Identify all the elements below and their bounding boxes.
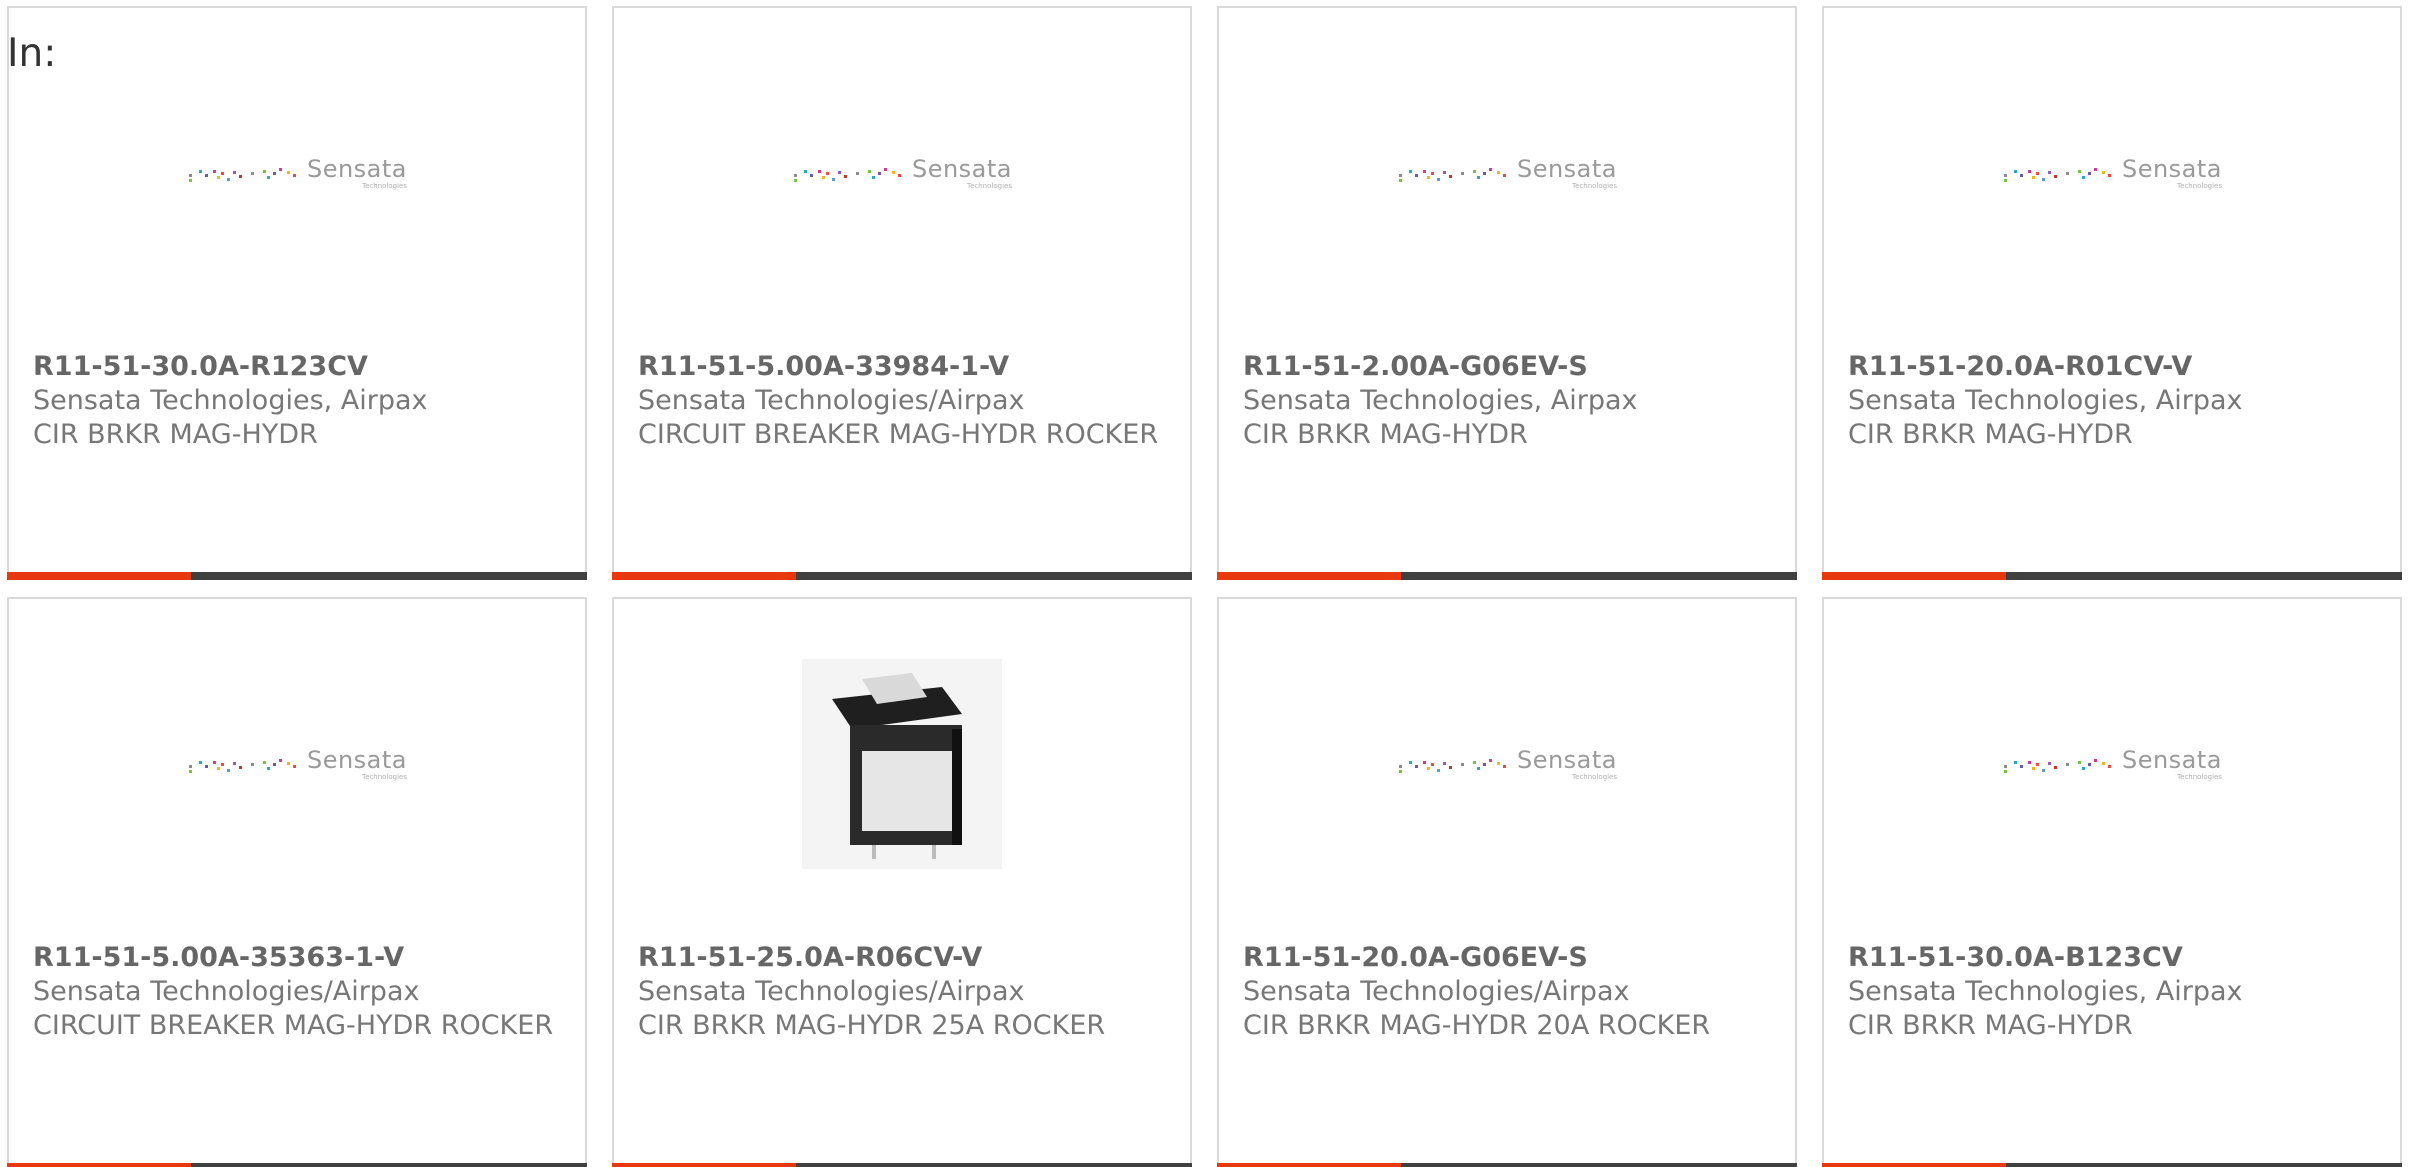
logo-subtitle: Technologies [967, 181, 1013, 190]
product-manufacturer: Sensata Technologies/Airpax [1243, 976, 1630, 1007]
card-bottom-bar [1822, 1163, 2402, 1167]
logo-subtitle: Technologies [2177, 772, 2223, 781]
logo-wordmark: Sensata [1516, 154, 1618, 183]
product-info: R11-51-2.00A-G06EV-S Sensata Technologies… [1243, 350, 1775, 452]
sensata-logo: Sensata Technologies [187, 157, 407, 190]
product-card[interactable]: Sensata Technologies R11-51-5.00A-35363-1-… [7, 597, 587, 1167]
product-manufacturer: Sensata Technologies, Airpax [1848, 976, 2243, 1007]
product-manufacturer: Sensata Technologies/Airpax [638, 976, 1025, 1007]
product-description: CIRCUIT BREAKER MAG-HYDR ROCKER [33, 1010, 554, 1041]
product-part-number[interactable]: R11-51-30.0A-B123CV [1848, 941, 2380, 975]
product-manufacturer: Sensata Technologies, Airpax [1848, 385, 2243, 416]
card-bottom-bar [1217, 572, 1797, 580]
product-part-number[interactable]: R11-51-20.0A-R01CV-V [1848, 350, 2380, 384]
product-info: R11-51-20.0A-G06EV-S Sensata Technologies… [1243, 941, 1775, 1043]
product-info: R11-51-5.00A-35363-1-V Sensata Technologi… [33, 941, 565, 1043]
product-info: R11-51-25.0A-R06CV-V Sensata Technologies… [638, 941, 1170, 1043]
product-info: R11-51-20.0A-R01CV-V Sensata Technologies… [1848, 350, 2380, 452]
product-image[interactable]: Sensata Technologies [1219, 639, 1795, 889]
logo-wordmark: Sensata [911, 154, 1013, 183]
sensata-logo: Sensata Technologies [2002, 157, 2222, 190]
product-image[interactable] [614, 639, 1190, 889]
card-accent-stripe [1217, 572, 1401, 580]
product-part-number[interactable]: R11-51-20.0A-G06EV-S [1243, 941, 1775, 975]
card-accent-stripe [1217, 1163, 1401, 1167]
card-accent-stripe [7, 1163, 191, 1167]
card-accent-stripe [7, 572, 191, 580]
product-description: CIR BRKR MAG-HYDR [1848, 419, 2133, 450]
sensata-logo: Sensata Technologies [2002, 748, 2222, 781]
product-image[interactable]: Sensata Technologies [9, 48, 585, 298]
logo-wordmark: Sensata [2121, 154, 2223, 183]
product-part-number[interactable]: R11-51-5.00A-35363-1-V [33, 941, 565, 975]
product-image[interactable]: Sensata Technologies [614, 48, 1190, 298]
card-bottom-bar [7, 1163, 587, 1167]
card-accent-stripe [1822, 572, 2006, 580]
product-description: CIR BRKR MAG-HYDR [33, 419, 318, 450]
logo-wordmark: Sensata [306, 154, 408, 183]
logo-subtitle: Technologies [362, 181, 408, 190]
product-part-number[interactable]: R11-51-30.0A-R123CV [33, 350, 565, 384]
logo-subtitle: Technologies [2177, 181, 2223, 190]
product-info: R11-51-5.00A-33984-1-V Sensata Technologi… [638, 350, 1170, 452]
card-accent-stripe [612, 572, 796, 580]
product-manufacturer: Sensata Technologies/Airpax [638, 385, 1025, 416]
filter-in-label: In: [7, 31, 57, 76]
product-grid-page: In: Sensata Technologies R11-51-30.0A-R123… [0, 0, 2410, 1167]
product-image[interactable]: Sensata Technologies [1824, 48, 2400, 298]
product-description: CIR BRKR MAG-HYDR 20A ROCKER [1243, 1010, 1711, 1041]
logo-subtitle: Technologies [1572, 772, 1618, 781]
product-card[interactable]: Sensata Technologies R11-51-20.0A-G06EV-S S… [1217, 597, 1797, 1167]
product-image[interactable]: Sensata Technologies [1219, 48, 1795, 298]
product-image[interactable]: Sensata Technologies [9, 639, 585, 889]
card-accent-stripe [1822, 1163, 2006, 1167]
logo-wordmark: Sensata [306, 745, 408, 774]
card-bottom-bar [1822, 572, 2402, 580]
logo-subtitle: Technologies [1572, 181, 1618, 190]
card-bottom-bar [612, 572, 1192, 580]
sensata-logo: Sensata Technologies [187, 748, 407, 781]
product-manufacturer: Sensata Technologies, Airpax [1243, 385, 1638, 416]
rocker-breaker-photo [802, 659, 1002, 869]
card-bottom-bar [1217, 1163, 1797, 1167]
product-description: CIR BRKR MAG-HYDR [1243, 419, 1528, 450]
product-card[interactable]: Sensata Technologies R11-51-30.0A-B123CV Se… [1822, 597, 2402, 1167]
product-info: R11-51-30.0A-B123CV Sensata Technologies,… [1848, 941, 2380, 1043]
sensata-logo: Sensata Technologies [1397, 157, 1617, 190]
product-card[interactable]: Sensata Technologies R11-51-30.0A-R123CV Se… [7, 6, 587, 580]
product-description: CIR BRKR MAG-HYDR 25A ROCKER [638, 1010, 1106, 1041]
product-info: R11-51-30.0A-R123CV Sensata Technologies,… [33, 350, 565, 452]
product-manufacturer: Sensata Technologies, Airpax [33, 385, 428, 416]
product-part-number[interactable]: R11-51-5.00A-33984-1-V [638, 350, 1170, 384]
product-card[interactable]: Sensata Technologies R11-51-5.00A-33984-1-… [612, 6, 1192, 580]
card-bottom-bar [7, 572, 587, 580]
card-bottom-bar [612, 1163, 1192, 1167]
logo-wordmark: Sensata [1516, 745, 1618, 774]
sensata-logo: Sensata Technologies [1397, 748, 1617, 781]
card-accent-stripe [612, 1163, 796, 1167]
product-grid: Sensata Technologies R11-51-30.0A-R123CV Se… [0, 0, 2410, 1167]
product-card[interactable]: Sensata Technologies R11-51-2.00A-G06EV-S S… [1217, 6, 1797, 580]
product-card[interactable]: R11-51-25.0A-R06CV-V Sensata Technologies… [612, 597, 1192, 1167]
product-image[interactable]: Sensata Technologies [1824, 639, 2400, 889]
product-description: CIR BRKR MAG-HYDR [1848, 1010, 2133, 1041]
product-part-number[interactable]: R11-51-2.00A-G06EV-S [1243, 350, 1775, 384]
logo-subtitle: Technologies [362, 772, 408, 781]
product-card[interactable]: Sensata Technologies R11-51-20.0A-R01CV-V S… [1822, 6, 2402, 580]
product-description: CIRCUIT BREAKER MAG-HYDR ROCKER [638, 419, 1159, 450]
product-part-number[interactable]: R11-51-25.0A-R06CV-V [638, 941, 1170, 975]
sensata-logo: Sensata Technologies [792, 157, 1012, 190]
logo-wordmark: Sensata [2121, 745, 2223, 774]
product-manufacturer: Sensata Technologies/Airpax [33, 976, 420, 1007]
